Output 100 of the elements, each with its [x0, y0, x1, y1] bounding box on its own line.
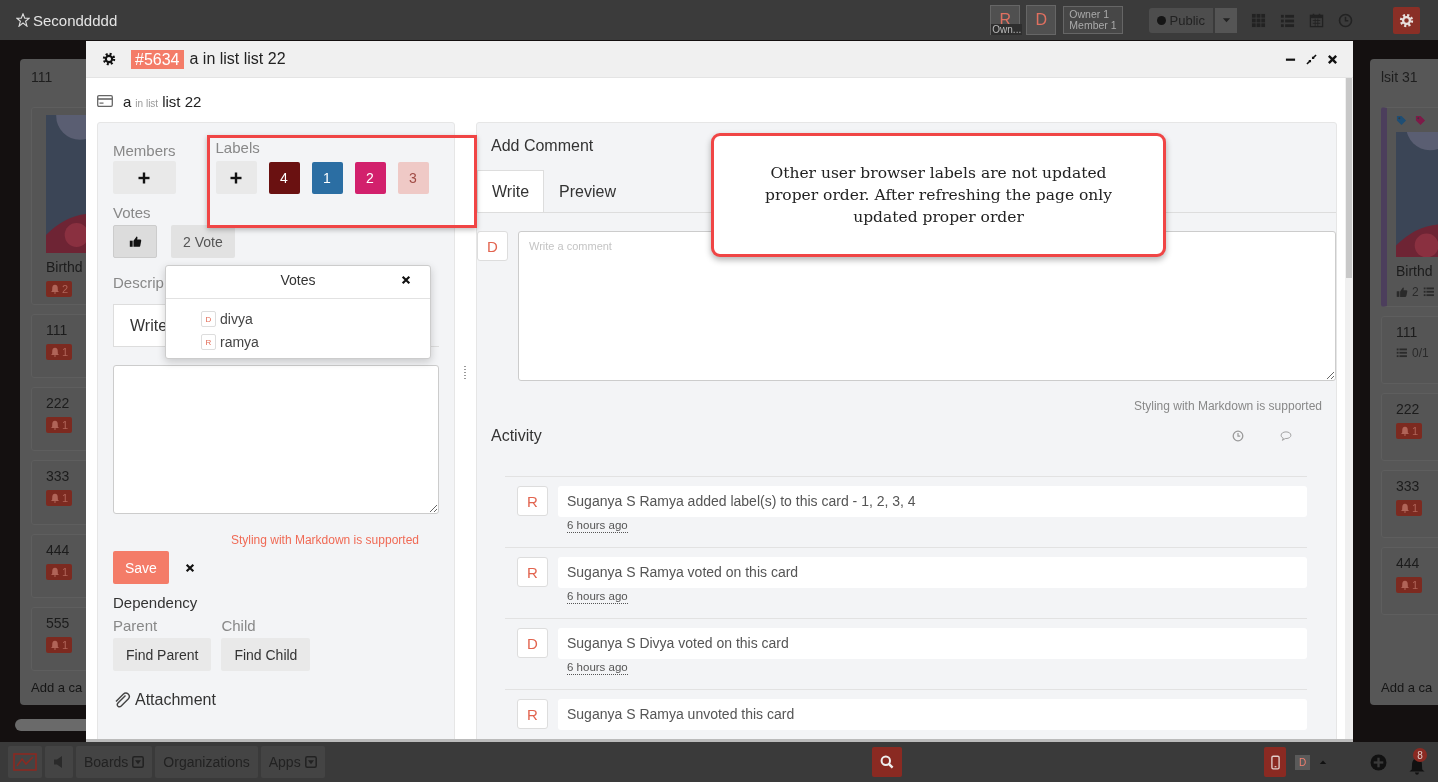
activity-icon[interactable]: [1338, 12, 1353, 28]
list-title: 111: [31, 69, 54, 85]
add-member-button[interactable]: [113, 161, 176, 194]
card-title: 444: [1396, 555, 1420, 571]
paperclip-icon: [113, 691, 131, 709]
add-icon[interactable]: [1370, 753, 1387, 771]
description-heading: Descrip: [113, 274, 164, 291]
parent-label: Parent: [113, 617, 159, 634]
markdown-hint: Styling with Markdown is supported: [229, 533, 420, 547]
phone-icon: [1270, 754, 1280, 770]
activity-text: Suganya S Ramya unvoted this card: [558, 699, 1307, 730]
card-title: 111: [46, 322, 68, 338]
list-title: lsit 31: [1381, 69, 1419, 85]
comment-tab[interactable]: Write: [477, 170, 545, 212]
card-title: 555: [46, 614, 70, 631]
card-title: Birthd: [1396, 263, 1433, 279]
plus-icon: [138, 171, 151, 184]
card-title: 222: [1396, 401, 1420, 417]
activity-text: Suganya S Divya voted on this card: [558, 628, 1307, 659]
members-heading: Members: [113, 142, 176, 159]
add-card-link[interactable]: Add a ca: [1381, 680, 1438, 705]
add-comment-heading: Add Comment: [490, 137, 595, 155]
user-avatar[interactable]: D: [1295, 754, 1310, 770]
attachment-heading: Attachment: [135, 691, 216, 709]
user-avatar: R: [517, 557, 548, 587]
voter-name: ramya: [220, 334, 259, 350]
card-title: 333: [46, 468, 70, 485]
dependency-heading: Dependency: [113, 594, 199, 611]
markdown-hint: Styling with Markdown is supported: [1132, 399, 1323, 413]
activity-text: Suganya S Ramya voted on this card: [558, 557, 1307, 588]
phone-button[interactable]: [1264, 747, 1286, 777]
sound-button[interactable]: [45, 746, 73, 778]
bell-icon: [50, 420, 60, 431]
voter-name: divya: [220, 311, 253, 327]
list-name[interactable]: list 22: [162, 93, 202, 110]
star-icon: [16, 13, 30, 27]
card-title: 444: [46, 541, 70, 558]
caret-icon[interactable]: [1319, 759, 1327, 765]
board-title[interactable]: Seconddddd: [33, 11, 118, 29]
member-summary[interactable]: Owner 1 Member 1: [1063, 6, 1123, 34]
speaker-icon[interactable]: [53, 755, 65, 769]
resize-handle[interactable]: [464, 366, 466, 380]
search-button[interactable]: [872, 747, 902, 777]
calendar-icon[interactable]: [1309, 12, 1324, 28]
activity-time: 6 hours ago: [567, 661, 628, 675]
user-avatar: D: [517, 628, 548, 658]
list-view-icon[interactable]: [1280, 12, 1295, 28]
add-card-link[interactable]: Add a ca: [31, 680, 86, 705]
description-field[interactable]: [113, 365, 439, 514]
annotation-text: Other user browser labels are not updated proper order. After refreshing the page only updated proper order: [763, 163, 1113, 228]
popover-title: Votes: [280, 272, 316, 288]
card-title: 111: [1396, 324, 1418, 340]
labels-heading: Labels: [215, 139, 261, 156]
dialog-title: a in list list 22: [189, 50, 286, 68]
thumbs-up-icon: [1396, 286, 1408, 298]
label-chip[interactable]: 1: [311, 161, 343, 194]
close-icon[interactable]: [184, 562, 195, 573]
comment-icon[interactable]: [1280, 430, 1292, 442]
child-label: Child: [221, 617, 257, 634]
label-chip[interactable]: 2: [354, 161, 386, 194]
close-icon[interactable]: [1327, 53, 1338, 65]
settings-button[interactable]: [1393, 6, 1420, 34]
find-parent-button[interactable]: Find Parent: [113, 638, 212, 671]
voter-avatar: R: [201, 334, 216, 350]
user-avatar: R: [517, 486, 548, 516]
caret-icon: [1221, 17, 1231, 23]
card-title: 333: [1396, 478, 1420, 494]
bell-icon: [1400, 503, 1410, 513]
save-button[interactable]: Save: [113, 551, 169, 584]
label-chip[interactable]: 3: [397, 161, 429, 194]
bell-icon: [50, 284, 60, 294]
card-title: Birthd: [46, 259, 83, 275]
settings-icon[interactable]: [102, 52, 116, 66]
vote-count-button[interactable]: 2 Vote: [171, 225, 235, 258]
bell-icon: [1400, 426, 1410, 436]
visibility-dropdown[interactable]: [1215, 7, 1237, 33]
scroll-thumb[interactable]: [1346, 78, 1352, 278]
label-chip[interactable]: 4: [268, 161, 300, 194]
thumbs-up-icon: [128, 235, 142, 248]
clock-icon[interactable]: [1232, 430, 1244, 442]
vote-button[interactable]: [113, 225, 157, 258]
add-label-button[interactable]: [215, 161, 257, 194]
card-name[interactable]: a: [123, 93, 132, 110]
find-child-button[interactable]: Find Child: [221, 638, 311, 671]
card-id-badge: #5634: [131, 49, 184, 69]
close-icon[interactable]: [401, 275, 411, 285]
role-tag: Own...: [991, 24, 1023, 35]
comment-tab[interactable]: Preview: [544, 170, 631, 212]
user-avatar: R: [517, 699, 548, 729]
grid-view-icon[interactable]: [1251, 12, 1266, 28]
member-avatar[interactable]: D: [1026, 5, 1057, 35]
user-avatar: D: [477, 231, 508, 261]
bell-icon: [50, 639, 60, 650]
card-icon: [97, 95, 113, 107]
checklist-icon: [1396, 347, 1408, 359]
activity-text: Suganya S Ramya added label(s) to this card - 1, 2, 3, 4: [558, 486, 1307, 517]
compress-icon[interactable]: [1306, 53, 1317, 65]
bell-icon: [1400, 580, 1410, 590]
comment-field[interactable]: Write a comment: [518, 231, 1336, 381]
notifications-button[interactable]: 8: [1408, 749, 1430, 775]
